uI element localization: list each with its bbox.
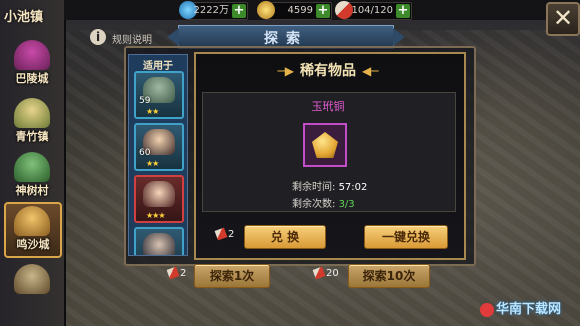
coin-value: 4599 [287,5,313,16]
rare-title-row: ─▶ 稀有物品 ◀─ [194,60,462,80]
hero-stars: ★★ [146,159,159,168]
sidebar-item-label: 鸣沙城 [16,238,50,251]
add-torch-button[interactable]: + [396,4,410,18]
diamond-value: 2222万 [193,5,229,16]
torch-counter: 104/120 + [335,1,412,20]
sidebar-item-qingzhu[interactable]: 青竹镇 [6,96,58,148]
count-label: 剩余次数: [292,199,336,210]
sidebar-item-label: 青竹镇 [15,130,49,143]
torch-icon [214,227,228,241]
watermark-text: 华南下载网 [496,302,562,317]
add-diamond-button[interactable]: + [232,4,246,18]
explore10-cost-value: 20 [326,268,339,279]
gem-icon [312,132,338,158]
count-remaining: 剩余次数: 3/3 [292,195,355,210]
arrow-right-icon: ◀─ [362,64,379,78]
qingzhu-town-icon [14,98,50,128]
count-value: 3/3 [338,199,355,210]
hero-portrait [143,233,175,255]
hero-stars: ★★ [146,107,159,116]
watermark: 华南下载网 [480,298,576,320]
torch-value: 104/120 [351,5,393,16]
sidebar-item-shenshu[interactable]: 神树村 [6,150,58,202]
page-title: 探索 [264,31,308,47]
heroes-header: 适用于 [143,61,173,72]
explore10-cost: 20 [312,266,339,280]
torch-icon [166,266,180,280]
hero-card[interactable]: ★★★ [134,175,184,223]
explore1-cost: 2 [166,266,187,280]
torch-icon [312,266,326,280]
diamond-counter: 2222万 + [179,1,248,20]
close-button[interactable]: ✕ [546,2,580,36]
hero-level: 60 [139,148,151,158]
rare-title: 稀有物品 [300,63,356,79]
time-value: 57:02 [338,182,368,193]
hero-portrait [143,181,175,207]
hero-card[interactable] [134,227,184,255]
mingsha-city-icon [14,206,50,236]
exchange-cost: 2 [214,227,235,241]
coin-counter: 4599 + [257,1,332,20]
game-screen: { "sidebar": { "title": "小池镇", "items": … [0,0,580,326]
sidebar-item-baling[interactable]: 巴陵城 [6,38,58,90]
item-name: 玉玳铜 [311,100,345,113]
sidebar-item-label: 巴陵城 [15,72,49,85]
explore-ten-button[interactable]: 探索10次 [348,264,430,288]
location-sidebar: 小池镇 巴陵城 青竹镇 神树村 鸣沙城 [0,0,66,326]
next-location-icon [14,264,50,294]
item-icon[interactable] [303,123,347,167]
torch-icon [335,1,353,19]
coin-icon [257,1,275,19]
sidebar-item-next[interactable] [6,262,58,314]
hero-card[interactable]: 59 ★★ [134,71,184,119]
rules-link[interactable]: 规则说明 [112,31,152,46]
baling-city-icon [14,40,50,70]
exchange-button[interactable]: 兑 换 [244,225,326,249]
shenshu-village-icon [14,152,50,182]
time-remaining: 剩余时间: 57:02 [292,178,367,193]
sidebar-item-label: 神树村 [15,184,49,197]
watermark-logo-icon [480,302,494,317]
hero-level: 59 [139,96,151,106]
sidebar-title[interactable]: 小池镇 [4,6,43,25]
sidebar-item-mingsha[interactable]: 鸣沙城 [4,202,62,258]
arrow-left-icon: ─▶ [277,64,294,78]
hero-stars: ★★★ [146,211,165,220]
hero-card[interactable]: 60 ★★ [134,123,184,171]
info-icon[interactable]: i [90,29,106,45]
time-label: 剩余时间: [292,182,336,193]
explore-once-button[interactable]: 探索1次 [194,264,270,288]
explore1-cost-value: 2 [180,268,187,279]
add-coin-button[interactable]: + [316,4,330,18]
exchange-cost-value: 2 [228,229,235,240]
applicable-heroes-panel: 适用于 59 ★★ 60 ★★ ★★★ [128,54,188,256]
one-click-exchange-button[interactable]: 一键兑换 [364,225,448,249]
